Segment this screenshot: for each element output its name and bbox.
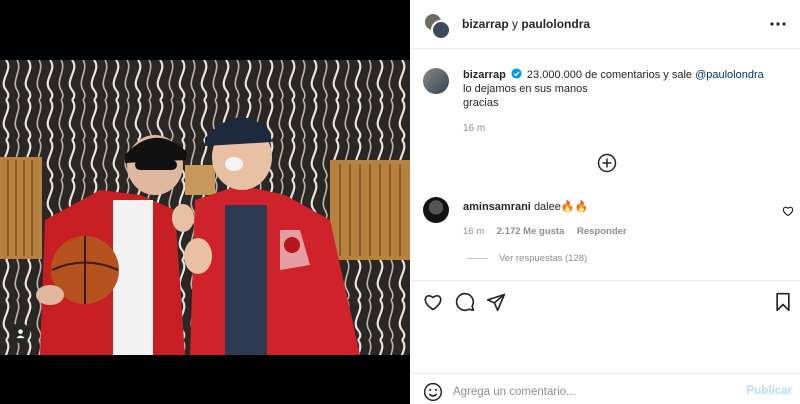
more-options-icon: [770, 22, 786, 26]
heart-icon: [782, 206, 794, 217]
publish-button[interactable]: Publicar: [747, 385, 792, 397]
tag-button[interactable]: [10, 323, 30, 343]
comment-username[interactable]: aminsamrani: [463, 201, 531, 213]
caption-time[interactable]: 16 m: [463, 123, 485, 134]
header-title: bizarrap y paulolondra: [462, 17, 590, 31]
more-options-button[interactable]: [768, 14, 788, 34]
caption-mention[interactable]: @paulolondra: [695, 69, 764, 81]
comment-reply-button[interactable]: Responder: [577, 226, 627, 237]
collab-avatars[interactable]: [423, 12, 451, 40]
photo-illustration: [0, 60, 410, 355]
caption-line2: lo dejamos en sus manos: [463, 83, 588, 95]
like-button[interactable]: [423, 292, 443, 312]
caption-line3: gracias: [463, 97, 499, 109]
comment-meta: 16 m 2.172 Me gusta Responder: [463, 226, 637, 237]
heart-icon: [424, 295, 442, 311]
caption-username[interactable]: bizarrap: [463, 69, 506, 81]
header-user2-link[interactable]: paulolondra: [521, 17, 590, 31]
emoji-button[interactable]: [423, 382, 443, 402]
comment-like-button[interactable]: [782, 204, 794, 217]
comment-bubble-icon: [455, 292, 475, 312]
comment-input[interactable]: [453, 383, 723, 401]
comment-likes[interactable]: 2.172 Me gusta: [497, 226, 565, 237]
view-replies-button[interactable]: Ver respuestas (128): [467, 253, 587, 264]
post-header: bizarrap y paulolondra: [410, 0, 800, 49]
load-more-comments-button[interactable]: [597, 153, 617, 173]
post-media: [0, 0, 410, 404]
post-panel: bizarrap y paulolondra bizarrap 23.000.0…: [410, 0, 800, 404]
caption-text: 23.000.000 de comentarios y sale: [526, 69, 693, 81]
smiley-icon: [423, 382, 443, 402]
comment-text: aminsamrani dalee🔥🔥: [463, 200, 588, 213]
post-photo[interactable]: [0, 60, 410, 355]
caption-avatar[interactable]: [423, 68, 449, 94]
caption: bizarrap 23.000.000 de comentarios y sal…: [463, 68, 783, 110]
save-button[interactable]: [773, 292, 793, 312]
header-user1-link[interactable]: bizarrap: [462, 17, 509, 31]
comment-button[interactable]: [455, 292, 475, 312]
verified-badge-icon: [511, 68, 522, 79]
header-separator: y: [512, 17, 519, 31]
share-button[interactable]: [486, 292, 506, 312]
plus-circle-icon: [597, 153, 617, 173]
add-comment-bar: Publicar: [410, 373, 800, 404]
replies-divider: [467, 258, 487, 259]
person-tag-icon: [15, 328, 25, 338]
comment-body: dalee🔥🔥: [533, 201, 589, 213]
comments-section: bizarrap 23.000.000 de comentarios y sal…: [410, 50, 800, 280]
comment-time[interactable]: 16 m: [463, 226, 484, 237]
action-bar: [410, 280, 800, 322]
avatar-paulolondra[interactable]: [431, 20, 451, 40]
view-replies-label: Ver respuestas (128): [499, 253, 588, 264]
comment-avatar[interactable]: [423, 197, 449, 223]
paper-plane-icon: [486, 293, 506, 312]
bookmark-icon: [776, 292, 790, 312]
